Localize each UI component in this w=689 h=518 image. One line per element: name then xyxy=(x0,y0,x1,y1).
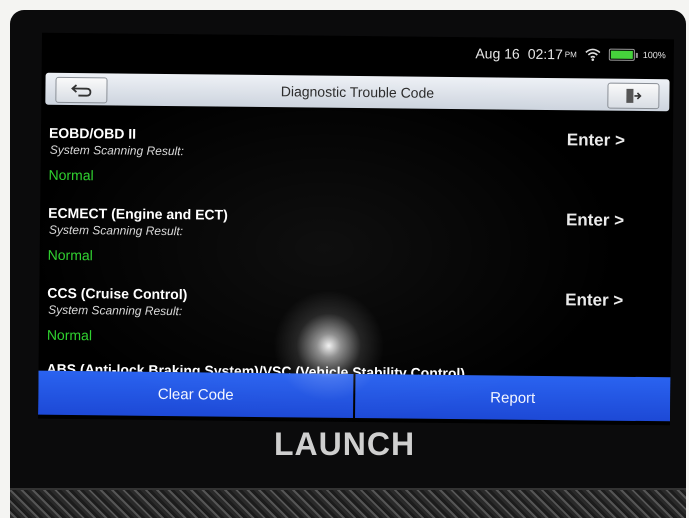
status-time: 02:17 xyxy=(527,45,563,63)
system-item-eobd[interactable]: EOBD/OBD II System Scanning Result: Norm… xyxy=(48,125,649,197)
enter-button[interactable]: Enter > xyxy=(566,210,624,231)
system-result-value: Normal xyxy=(48,166,94,184)
report-button[interactable]: Report xyxy=(355,374,671,422)
system-name: EOBD/OBD II xyxy=(48,124,137,142)
back-arrow-icon xyxy=(71,84,92,97)
system-result-value: Normal xyxy=(47,246,93,264)
rubber-grip xyxy=(10,488,686,518)
clear-code-button[interactable]: Clear Code xyxy=(38,370,354,418)
system-name: ECMECT (Engine and ECT) xyxy=(48,204,228,223)
battery-icon xyxy=(608,48,635,61)
action-bar: Clear Code Report xyxy=(38,370,671,422)
enter-button[interactable]: Enter > xyxy=(567,130,625,151)
battery-fill xyxy=(610,50,633,59)
exit-door-icon xyxy=(626,88,642,103)
back-button[interactable] xyxy=(55,76,108,104)
device-screen: Aug 16 02:17 PM 100% Diagnostic Trouble … xyxy=(37,32,675,426)
status-bar: Aug 16 02:17 PM 100% xyxy=(475,43,666,65)
system-result-label: System Scanning Result: xyxy=(49,142,184,159)
system-result-label: System Scanning Result: xyxy=(48,302,183,319)
exit-button[interactable] xyxy=(607,82,660,110)
battery-percent: 100% xyxy=(642,49,666,61)
system-item-ccs[interactable]: CCS (Cruise Control) System Scanning Res… xyxy=(47,285,648,357)
system-item-ecmect[interactable]: ECMECT (Engine and ECT) System Scanning … xyxy=(48,205,649,277)
enter-button[interactable]: Enter > xyxy=(565,290,623,311)
status-date: Aug 16 xyxy=(475,45,520,62)
launch-logo: LAUNCH xyxy=(273,426,416,462)
status-ampm: PM xyxy=(564,49,577,59)
page-title: Diagnostic Trouble Code xyxy=(280,83,435,101)
wifi-icon xyxy=(585,48,601,61)
system-name: CCS (Cruise Control) xyxy=(47,284,188,303)
system-result-label: System Scanning Result: xyxy=(48,222,184,239)
system-result-value: Normal xyxy=(46,326,93,344)
title-bar: Diagnostic Trouble Code xyxy=(45,72,670,112)
